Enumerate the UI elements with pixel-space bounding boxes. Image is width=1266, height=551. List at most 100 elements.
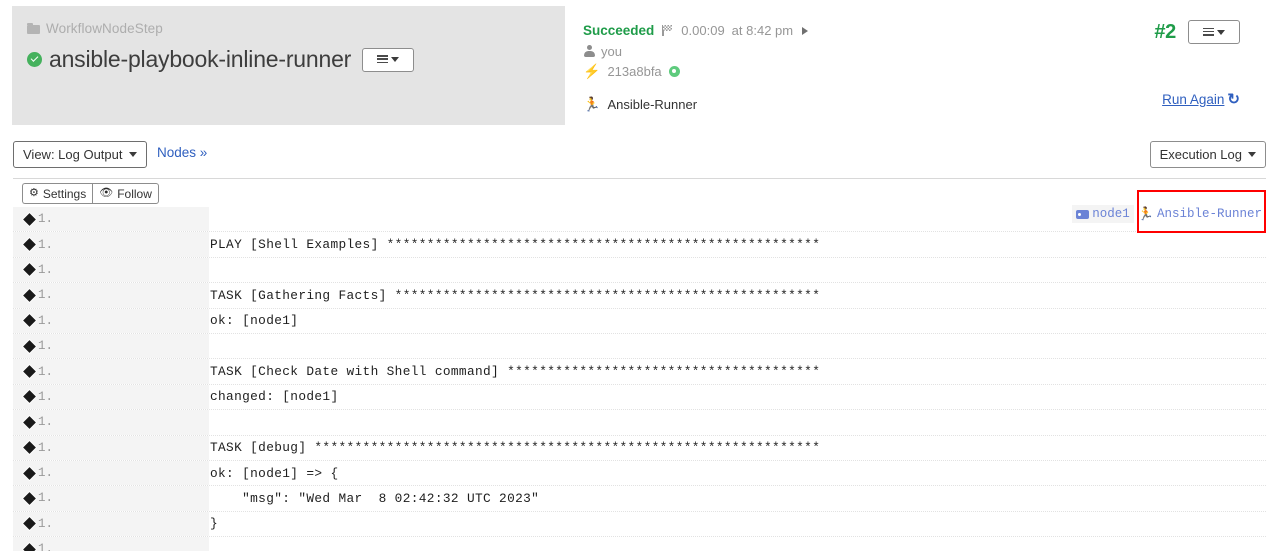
log-line-row[interactable]: 1. PLAY [Shell Examples] ****************…: [13, 232, 1266, 258]
list-menu-icon: [1203, 27, 1214, 37]
log-line-step: 1.: [38, 364, 54, 379]
page-title-row: ansible-playbook-inline-runner: [27, 46, 565, 73]
caret-down-icon: [1248, 152, 1256, 157]
view-selector-label: View: Log Output: [23, 147, 123, 162]
log-line-gutter: 1.: [13, 410, 209, 435]
node-tab-ansible-runner[interactable]: 🏃 Ansible-Runner: [1134, 205, 1266, 223]
header-identity-panel: WorkflowNodeStep ansible-playbook-inline…: [12, 6, 565, 125]
diamond-bullet-icon: [23, 492, 36, 505]
log-line-step: 1.: [38, 288, 54, 303]
log-line-step: 1.: [38, 237, 54, 252]
log-line-gutter: 1.: [13, 359, 209, 384]
checkered-flag-icon: [661, 24, 674, 37]
settings-button[interactable]: ⚙ Settings: [22, 183, 93, 204]
log-line-row[interactable]: 1. ok: [node1] => {: [13, 460, 1266, 487]
log-line-step: 1.: [38, 491, 54, 506]
log-line-row[interactable]: 1.: [13, 333, 1266, 360]
log-line-gutter: 1.: [13, 486, 209, 511]
diamond-bullet-icon: [23, 212, 36, 226]
log-line-gutter: 1.: [13, 384, 209, 410]
log-line-step: 1.: [38, 339, 54, 354]
log-line-step: 1.: [38, 212, 54, 227]
run-duration: 0.00:09: [681, 23, 725, 38]
node-tab-strip: node1 🏃 Ansible-Runner: [1072, 205, 1266, 223]
diamond-bullet-icon: [23, 238, 36, 251]
follow-button[interactable]: 👁 Follow: [92, 183, 159, 204]
eye-slash-icon: 👁: [99, 187, 114, 199]
log-line-gutter: 1.: [13, 283, 209, 308]
execution-log-button[interactable]: Execution Log: [1149, 141, 1266, 168]
log-line-text: TASK [Check Date with Shell command] ***…: [210, 364, 821, 380]
log-line-step: 1.: [38, 516, 54, 531]
log-line-row[interactable]: 1.: [13, 537, 1266, 551]
log-line-list[interactable]: 1. 1. PLAY [Shell Examples] **************…: [13, 207, 1266, 551]
log-line-gutter: 1.: [13, 257, 209, 283]
log-line-row[interactable]: 1. ok: [node1]: [13, 308, 1266, 334]
commit-row: ⚡ 213a8bfa: [583, 62, 1059, 80]
log-line-text: changed: [node1]: [210, 389, 339, 405]
log-line-step: 1.: [38, 262, 54, 277]
run-again-link[interactable]: Run Again: [1162, 92, 1224, 107]
diamond-bullet-icon: [23, 263, 36, 277]
log-line-row[interactable]: 1.: [13, 410, 1266, 436]
runner-person-icon: 🏃: [1137, 206, 1154, 222]
log-line-text: ok: [node1]: [210, 313, 299, 329]
bolt-icon: ⚡: [583, 63, 601, 79]
log-line-gutter: 1.: [13, 511, 209, 537]
run-again-row[interactable]: Run Again ↻: [1162, 92, 1240, 107]
diamond-bullet-icon: [23, 288, 36, 302]
execution-log-label: Execution Log: [1159, 147, 1242, 162]
user-label: you: [601, 43, 622, 59]
success-check-icon: [27, 52, 42, 67]
node-tab-node1[interactable]: node1: [1072, 205, 1134, 223]
view-selector-button[interactable]: View: Log Output: [13, 141, 147, 168]
log-line-step: 1.: [38, 313, 54, 328]
log-output-panel: ⚙ Settings 👁 Follow node1 🏃 Ansible-Runn…: [13, 178, 1266, 551]
log-line-step: 1.: [38, 415, 54, 430]
log-line-row[interactable]: 1.: [13, 257, 1266, 284]
title-menu-button[interactable]: [362, 47, 415, 72]
log-line-gutter: 1.: [13, 333, 209, 359]
green-circle-icon: [668, 65, 680, 77]
log-toolbar: ⚙ Settings 👁 Follow: [13, 179, 1266, 204]
project-icon: [27, 22, 40, 34]
log-line-row[interactable]: 1. changed: [node1]: [13, 384, 1266, 411]
log-line-row[interactable]: 1. TASK [Check Date with Shell command] *…: [13, 359, 1266, 385]
diamond-bullet-icon: [23, 365, 36, 378]
diamond-bullet-icon: [23, 415, 36, 429]
status-row: Succeeded 0.00:09 at 8:42 pm: [583, 21, 1059, 40]
log-line-text: TASK [debug] ***************************…: [210, 440, 821, 456]
run-header-card: WorkflowNodeStep ansible-playbook-inline…: [12, 6, 1254, 125]
log-line-row[interactable]: 1. TASK [Gathering Facts] ***************…: [13, 283, 1266, 309]
refresh-icon[interactable]: ↻: [1227, 92, 1240, 107]
run-detail-page: WorkflowNodeStep ansible-playbook-inline…: [0, 0, 1266, 551]
follow-label: Follow: [117, 186, 152, 201]
log-line-row[interactable]: 1.}: [13, 511, 1266, 538]
nodes-link[interactable]: Nodes »: [157, 145, 207, 160]
diamond-bullet-icon: [23, 517, 36, 531]
commit-hash[interactable]: 213a8bfa: [607, 64, 661, 79]
log-line-row[interactable]: 1. "msg": "Wed Mar 8 02:42:32 UTC 2023": [13, 486, 1266, 512]
breadcrumb[interactable]: WorkflowNodeStep: [27, 19, 565, 37]
node-tab-label: node1: [1092, 207, 1130, 221]
chevron-right-icon[interactable]: [802, 26, 809, 35]
log-line-gutter: 1.: [13, 308, 209, 333]
log-line-row[interactable]: 1. TASK [debug] *************************…: [13, 435, 1266, 461]
caret-down-icon: [128, 152, 137, 157]
diamond-bullet-icon: [23, 390, 36, 404]
header-actions-panel: #2 Run Again ↻: [1059, 6, 1254, 125]
build-menu-button[interactable]: [1188, 20, 1240, 44]
runner-label: Ansible-Runner: [607, 96, 698, 112]
diamond-bullet-icon: [23, 339, 36, 353]
server-icon: [1076, 209, 1090, 219]
runner-row: 🏃 Ansible-Runner: [583, 95, 1059, 113]
log-line-text: }: [210, 516, 219, 532]
diamond-bullet-icon: [23, 441, 36, 455]
diamond-bullet-icon: [23, 314, 36, 328]
gear-icon: ⚙: [29, 187, 39, 199]
build-row: #2: [1059, 20, 1240, 44]
caret-down-icon: [391, 57, 400, 62]
page-title: ansible-playbook-inline-runner: [49, 46, 352, 72]
diamond-bullet-icon: [23, 466, 36, 480]
log-line-text: TASK [Gathering Facts] *****************…: [210, 287, 821, 303]
